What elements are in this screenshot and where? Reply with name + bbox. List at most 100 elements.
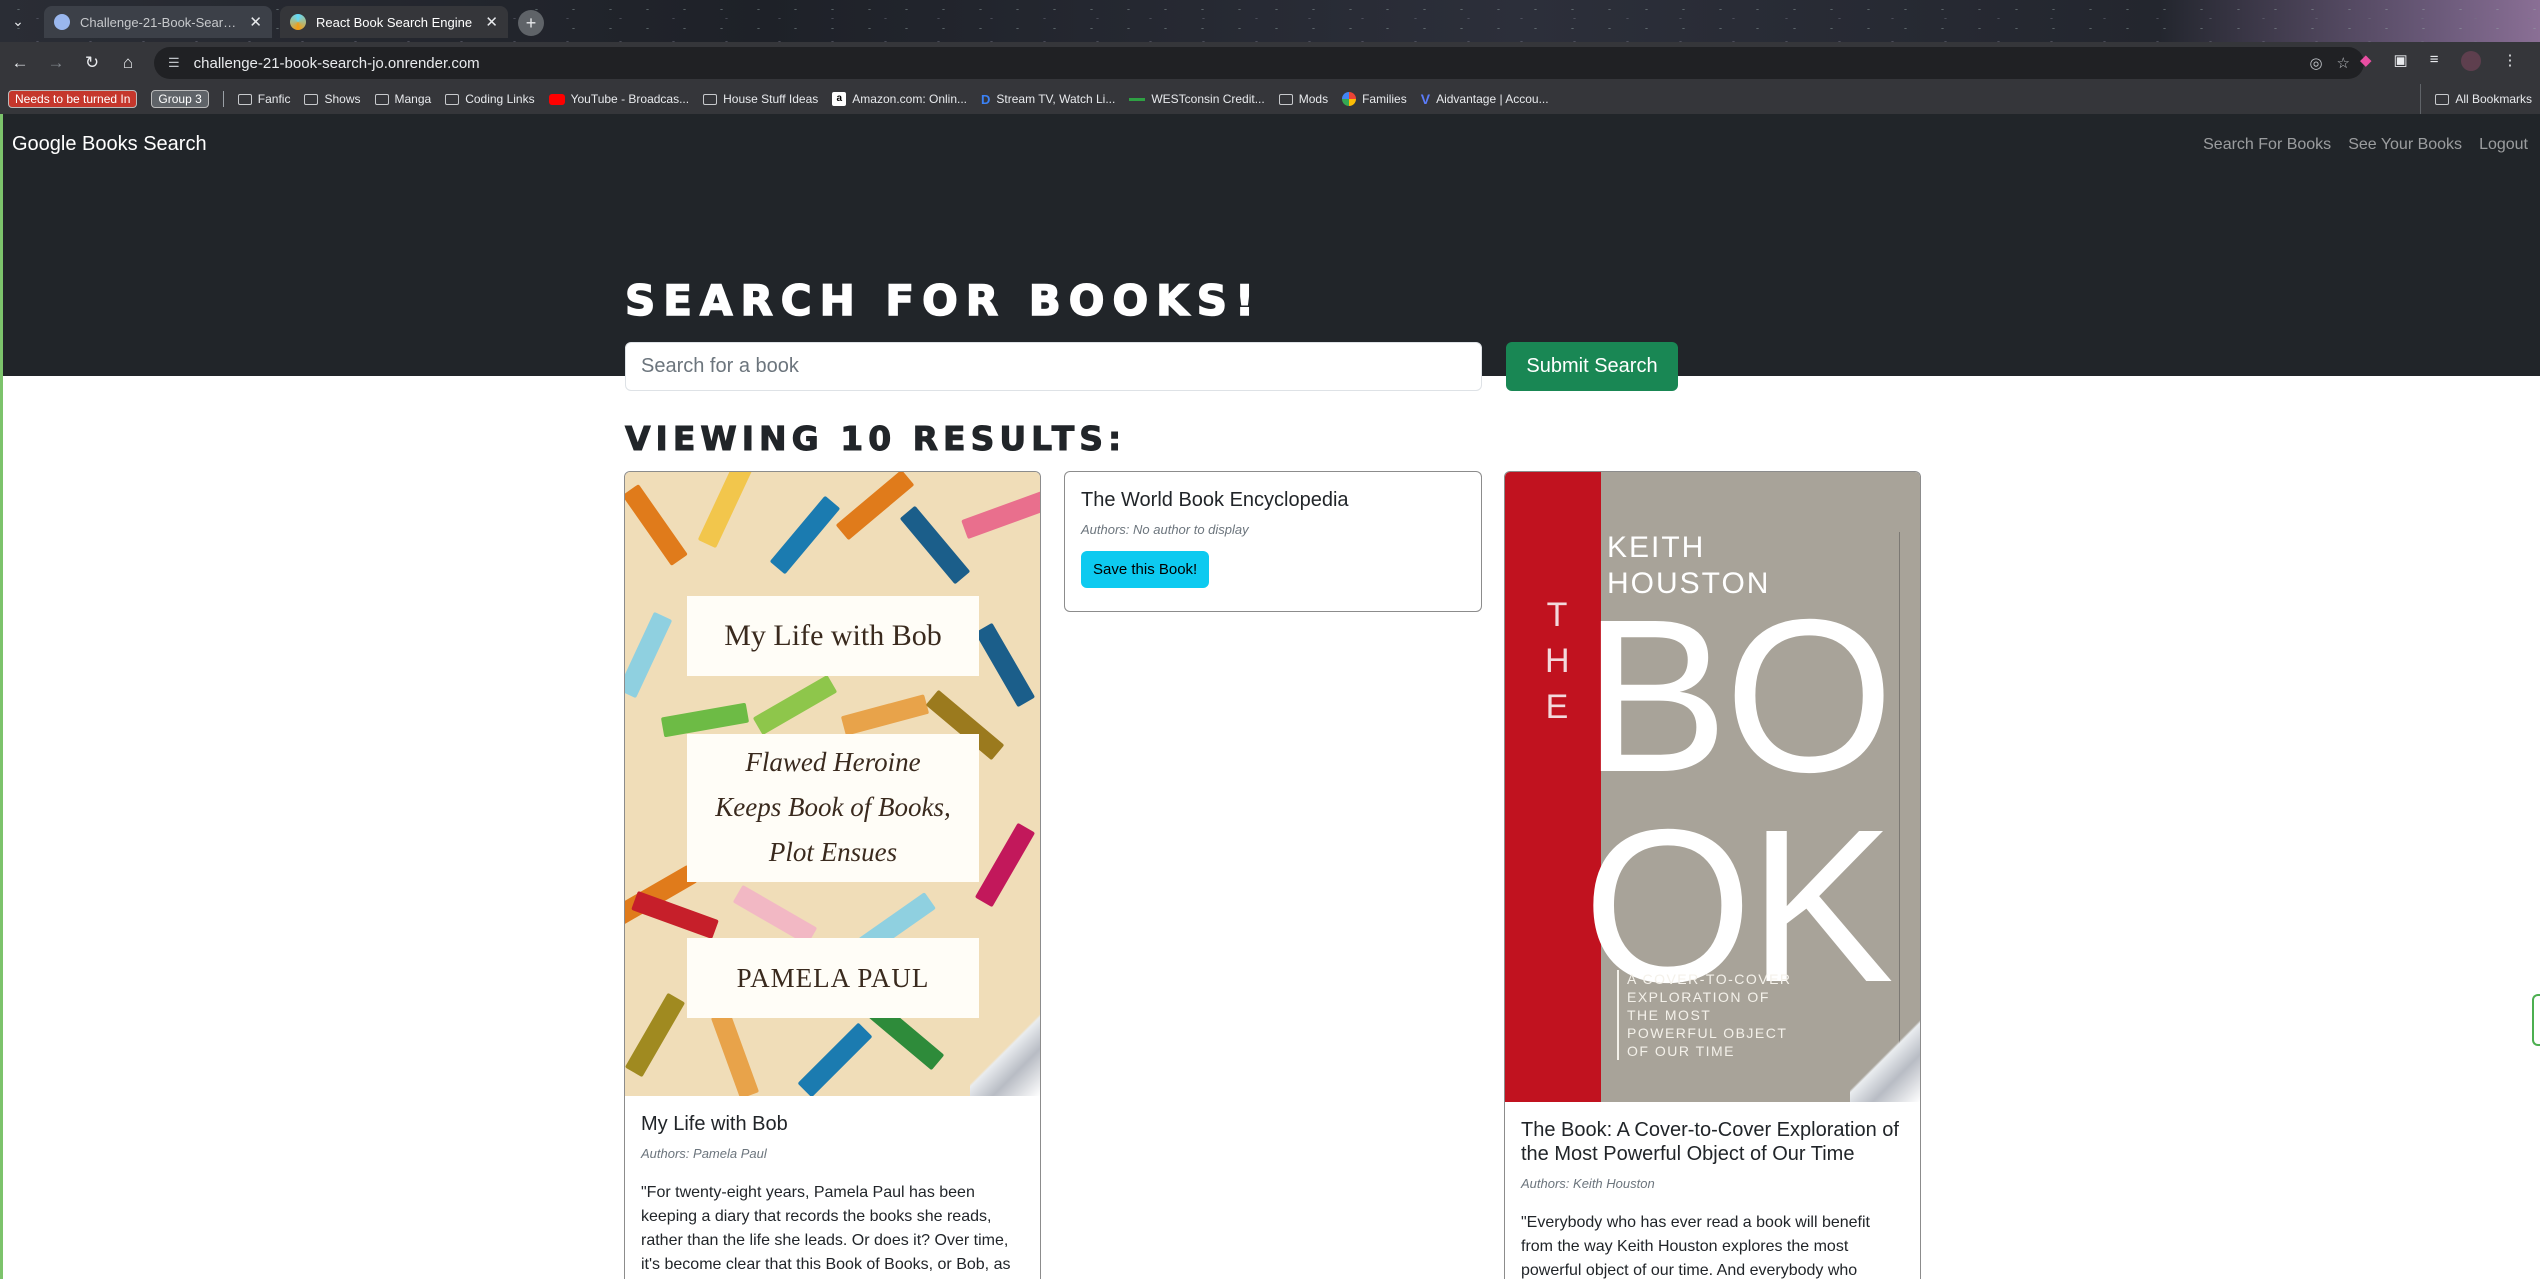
brand-link[interactable]: Google Books Search <box>12 133 207 156</box>
cover-decoration <box>660 702 750 738</box>
submit-search-button[interactable]: Submit Search <box>1506 342 1678 391</box>
tab-title: Challenge-21-Book-Search-JO <box>80 14 239 30</box>
westconsin-icon <box>1129 97 1146 101</box>
book-title: The Book: A Cover-to-Cover Exploration o… <box>1521 1119 1899 1165</box>
home-icon[interactable]: ⌂ <box>116 51 140 75</box>
amazon-icon: a <box>832 92 847 106</box>
bookmark-label: YouTube - Broadcas... <box>570 92 690 106</box>
folder-icon <box>445 93 460 105</box>
menu-icon[interactable]: ⋮ <box>2503 51 2518 71</box>
app-navbar: Google Books Search Search For Books See… <box>3 114 2540 176</box>
cover-title-line: BO <box>1583 575 1894 818</box>
bookmark-coding-links[interactable]: Coding Links <box>445 92 535 106</box>
bookmark-label: Manga <box>394 92 432 106</box>
reload-icon[interactable]: ↻ <box>80 51 104 75</box>
tab-title: React Book Search Engine <box>316 14 473 30</box>
new-tab-button[interactable]: + <box>518 10 544 36</box>
cover-decoration <box>625 611 673 699</box>
bookmark-label: Amazon.com: Onlin... <box>852 92 968 106</box>
forward-icon[interactable]: → <box>44 51 68 75</box>
book-authors: Authors: No author to display <box>1081 522 1249 537</box>
tab-search-icon[interactable]: ⌄ <box>6 9 30 33</box>
bookmark-label: Shows <box>324 92 361 106</box>
close-icon[interactable]: ✕ <box>485 13 498 31</box>
book-card: My Life with Bob Flawed Heroine Keeps Bo… <box>624 471 1041 1279</box>
book-authors: Authors: Pamela Paul <box>641 1146 767 1161</box>
book-description: "For twenty-eight years, Pamela Paul has… <box>641 1184 1011 1273</box>
nav-search-for-books[interactable]: Search For Books <box>2203 136 2331 154</box>
bookmark-westconsin[interactable]: WESTconsin Credit... <box>1129 92 1265 106</box>
folder-icon <box>2435 93 2450 105</box>
puzzle-icon[interactable]: ▣ <box>2394 51 2408 71</box>
extension-area: ◆ ▣ ≡ ⋮ <box>2360 51 2518 71</box>
bookmark-shows[interactable]: Shows <box>304 92 361 106</box>
bookmark-fanfic[interactable]: Fanfic <box>237 92 290 106</box>
save-book-button[interactable]: Save this Book! <box>1081 551 1210 588</box>
cover-decoration <box>697 472 753 549</box>
site-info-icon[interactable]: ☰ <box>168 55 180 71</box>
avatar[interactable] <box>2460 51 2481 71</box>
close-icon[interactable]: ✕ <box>249 13 262 31</box>
bookmark-stream-tv[interactable]: D Stream TV, Watch Li... <box>981 92 1115 107</box>
cover-subtitle-line: Plot Ensues <box>768 837 898 867</box>
page-curl-icon <box>970 1008 1040 1096</box>
bookmark-label: House Stuff Ideas <box>723 92 819 106</box>
bookmark-label: WESTconsin Credit... <box>1151 92 1265 106</box>
book-authors: Authors: Keith Houston <box>1521 1176 1655 1191</box>
all-bookmarks[interactable]: All Bookmarks <box>2420 84 2540 114</box>
cover-decoration <box>974 622 1036 708</box>
folder-icon <box>304 93 319 105</box>
cover-title: BO OK <box>1583 575 1894 1016</box>
bookmark-group-needs-turned-in[interactable]: Needs to be turned In <box>8 90 138 108</box>
book-cover-image: THE KEITH HOUSTON BO OK A COVER-TO-COVER… <box>1505 472 1920 1102</box>
address-bar[interactable]: ☰ challenge-21-book-search-jo.onrender.c… <box>154 47 2364 79</box>
bookmark-house-stuff[interactable]: House Stuff Ideas <box>703 92 818 106</box>
star-icon[interactable]: ☆ <box>2337 54 2350 72</box>
side-panel-handle[interactable] <box>2532 994 2540 1046</box>
cover-decoration <box>961 490 1040 540</box>
google-icon <box>1342 92 1357 106</box>
bookmark-label: Coding Links <box>465 92 535 106</box>
bookmarks-bar: Needs to be turned In Group 3 Fanfic Sho… <box>0 84 2540 114</box>
cover-decoration <box>710 1011 760 1096</box>
cover-subtitle: Flawed Heroine Keeps Book of Books, Plot… <box>687 734 979 882</box>
card-body: My Life with Bob Authors: Pamela Paul "F… <box>625 1096 1040 1277</box>
reading-list-icon[interactable]: ≡ <box>2430 51 2439 71</box>
url-text[interactable]: challenge-21-book-search-jo.onrender.com <box>194 55 2296 72</box>
extension-icon[interactable]: ◆ <box>2360 51 2372 71</box>
tab-favicon-icon <box>54 14 70 30</box>
card-body: The Book: A Cover-to-Cover Exploration o… <box>1505 1102 1920 1279</box>
bookmark-manga[interactable]: Manga <box>374 92 432 106</box>
bookmark-youtube[interactable]: YouTube - Broadcas... <box>548 92 690 106</box>
folder-icon <box>703 93 718 105</box>
bookmark-amazon[interactable]: a Amazon.com: Onlin... <box>832 92 967 106</box>
bookmark-label: Stream TV, Watch Li... <box>996 92 1116 106</box>
nav-links: Search For Books See Your Books Logout <box>2203 136 2528 154</box>
book-card: The World Book Encyclopedia Authors: No … <box>1064 471 1482 612</box>
bookmark-aidvantage[interactable]: V Aidvantage | Accou... <box>1421 91 1549 107</box>
cover-spine-text: THE <box>1545 596 1570 726</box>
cover-decoration <box>899 505 971 585</box>
back-icon[interactable]: ← <box>8 51 32 75</box>
bookmark-label: Mods <box>1298 92 1329 106</box>
search-input[interactable] <box>625 342 1482 391</box>
folder-icon <box>1278 93 1293 105</box>
book-title: The World Book Encyclopedia <box>1081 489 1349 511</box>
folder-icon <box>374 93 389 105</box>
nav-see-your-books[interactable]: See Your Books <box>2348 136 2462 154</box>
cover-author: PAMELA PAUL <box>687 938 979 1018</box>
nav-logout[interactable]: Logout <box>2479 136 2528 154</box>
bookmark-group-3[interactable]: Group 3 <box>151 90 209 108</box>
book-cover-image: My Life with Bob Flawed Heroine Keeps Bo… <box>625 472 1040 1096</box>
bookmark-families[interactable]: Families <box>1342 92 1407 106</box>
folder-icon <box>237 93 252 105</box>
tab-challenge[interactable]: Challenge-21-Book-Search-JO ✕ <box>44 6 272 38</box>
cover-decoration <box>769 495 841 575</box>
cover-subtitle-line: Keeps Book of Books, <box>715 792 951 822</box>
cover-title: My Life with Bob <box>687 596 979 676</box>
bookmark-mods[interactable]: Mods <box>1278 92 1329 106</box>
tab-react-book-search[interactable]: React Book Search Engine ✕ <box>280 6 508 38</box>
browser-toolbar: ← → ↻ ⌂ ☰ challenge-21-book-search-jo.on… <box>0 42 2540 84</box>
cover-decoration <box>840 694 930 736</box>
eye-off-icon[interactable]: ◎ <box>2309 54 2322 72</box>
